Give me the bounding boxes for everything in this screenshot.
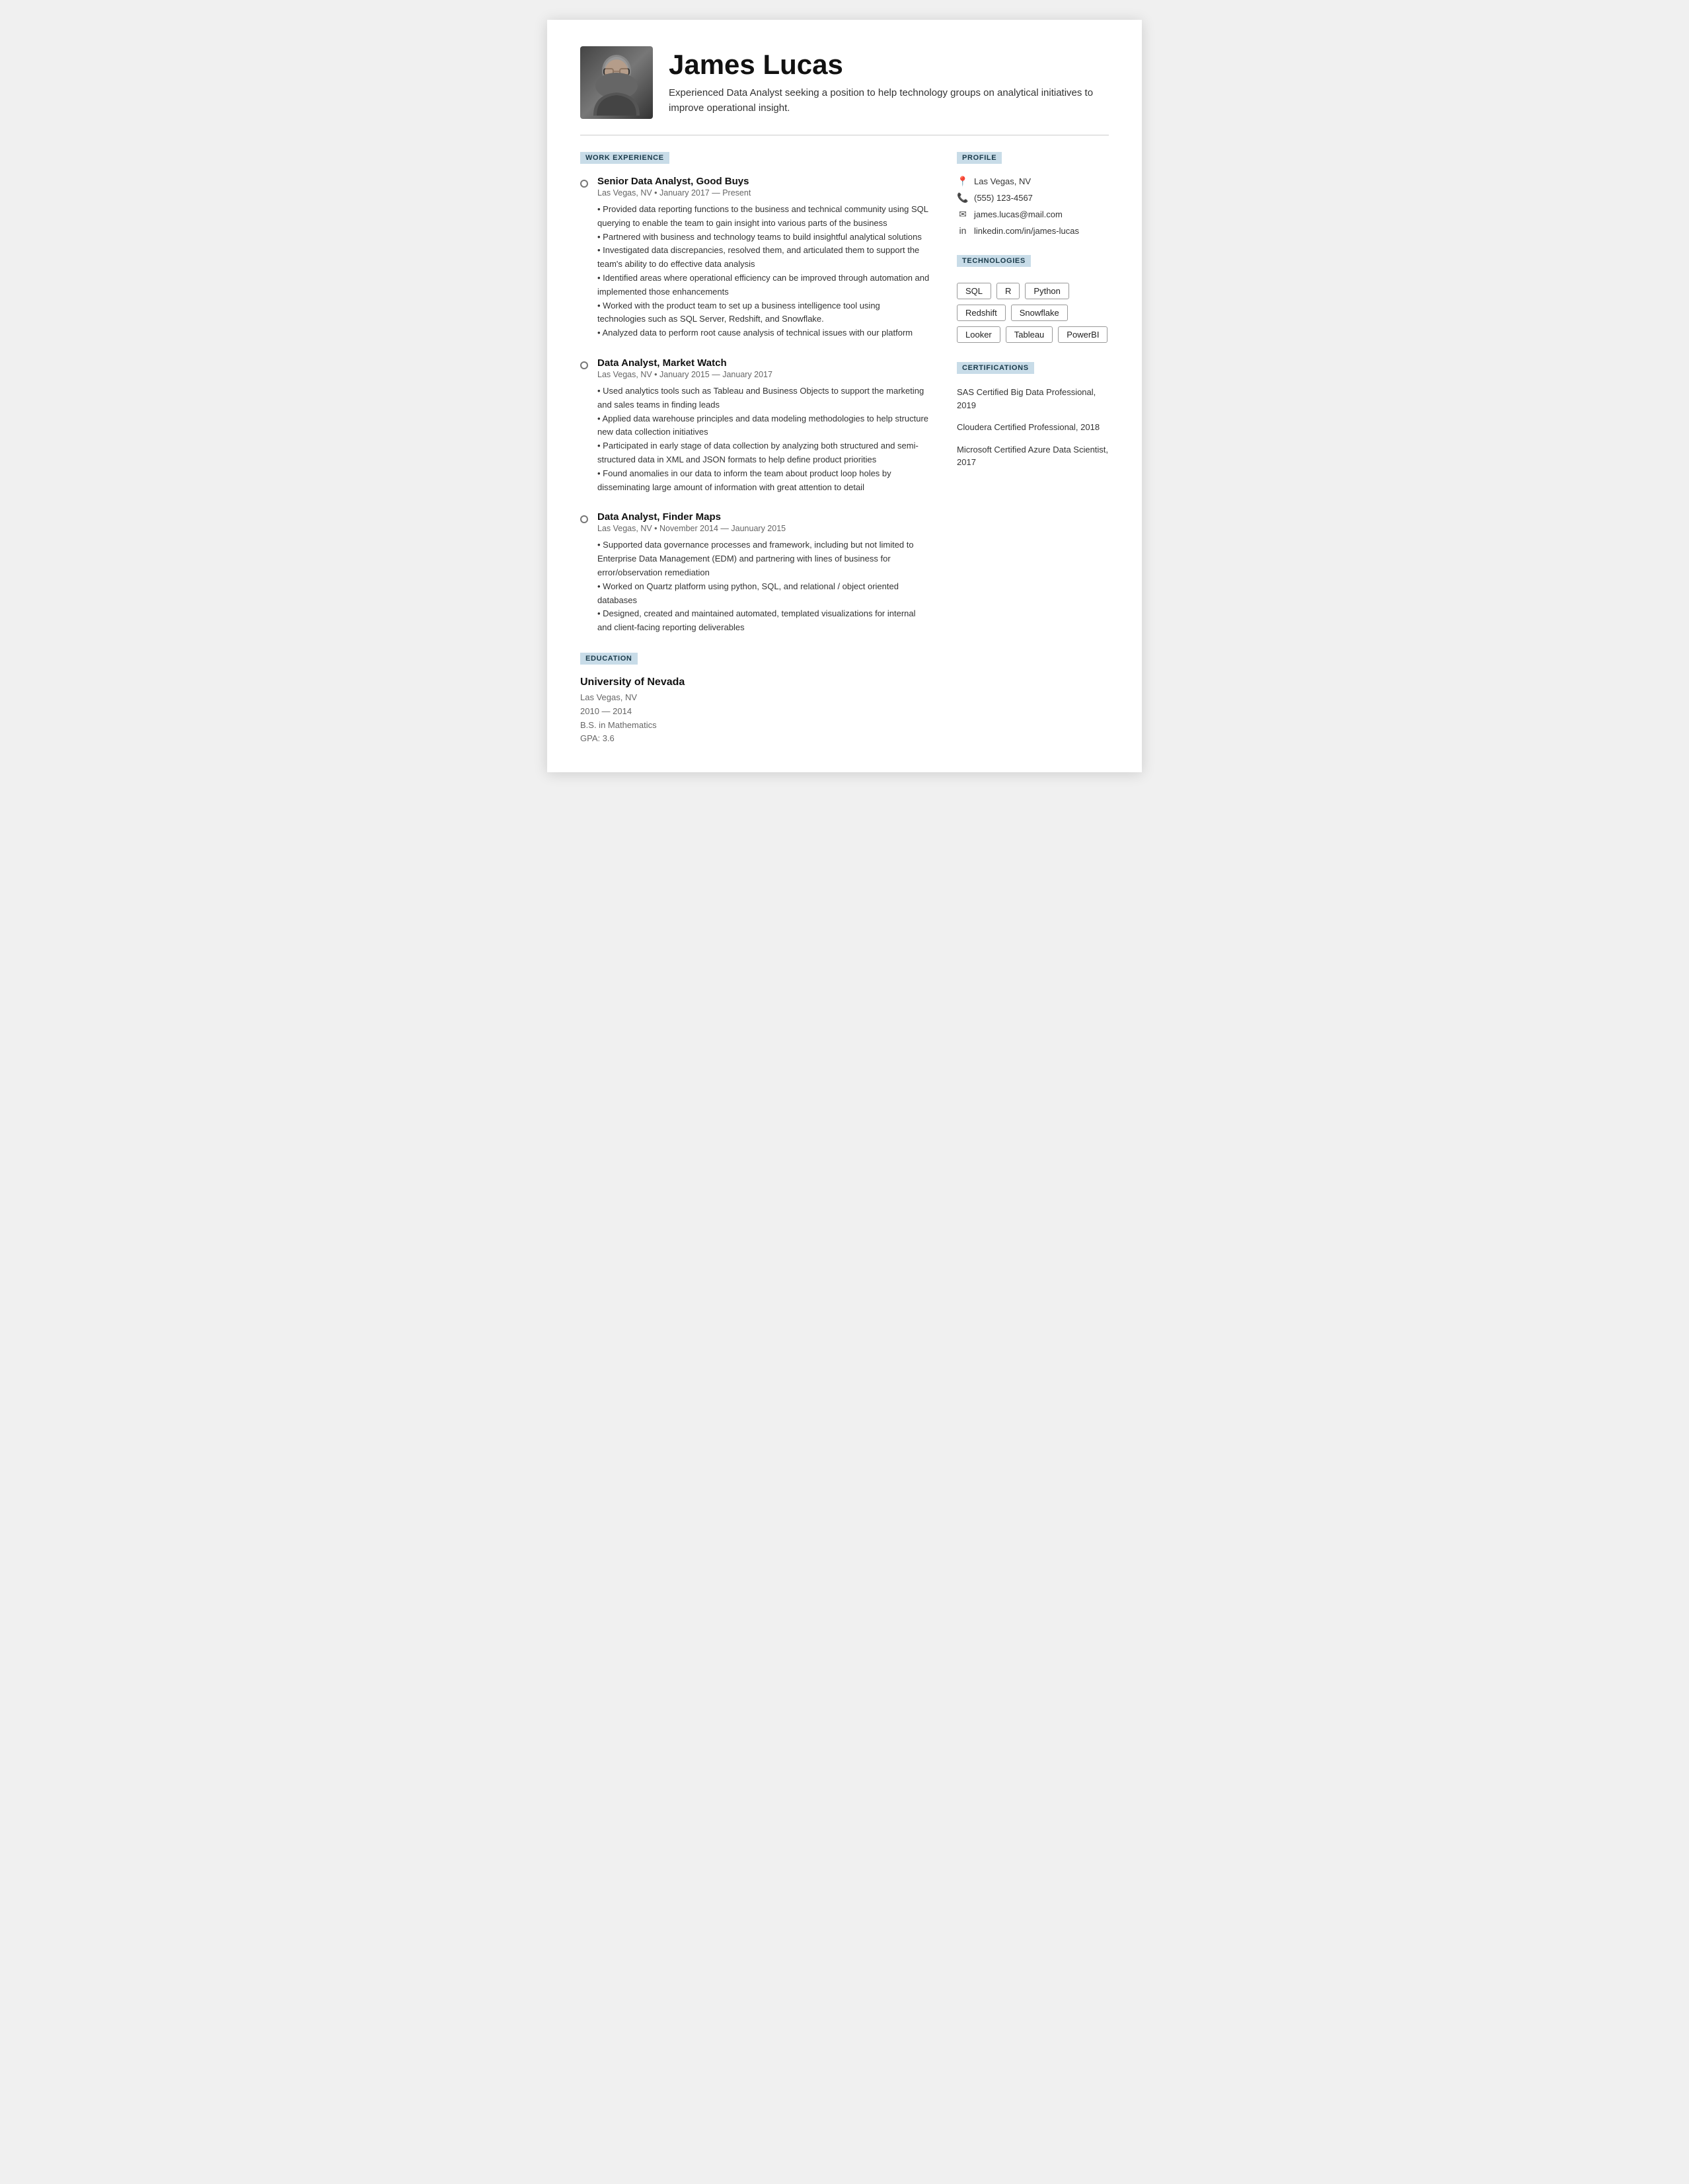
edu-city: Las Vegas, NV — [580, 692, 637, 702]
phone-icon: 📞 — [957, 192, 969, 203]
job-description: • Supported data governance processes an… — [597, 538, 930, 635]
certifications-section: CERTIFICATIONS SAS Certified Big Data Pr… — [957, 361, 1109, 469]
profile-email: ✉ james.lucas@mail.com — [957, 209, 1109, 220]
email-icon: ✉ — [957, 209, 969, 220]
job-meta: Las Vegas, NV • January 2017 — Present — [597, 188, 930, 198]
cert-item: Cloudera Certified Professional, 2018 — [957, 421, 1109, 434]
bullet-circle — [580, 515, 588, 523]
job-title: Senior Data Analyst, Good Buys — [597, 176, 930, 187]
phone-text: (555) 123-4567 — [974, 193, 1033, 203]
tech-tag-snowflake: Snowflake — [1011, 305, 1068, 321]
job-content: Data Analyst, Finder Maps Las Vegas, NV … — [597, 511, 930, 635]
side-column: PROFILE 📍 Las Vegas, NV 📞 (555) 123-4567… — [957, 151, 1109, 746]
tech-tag-python: Python — [1025, 283, 1069, 299]
edu-gpa: GPA: 3.6 — [580, 733, 615, 743]
work-experience-section: WORK EXPERIENCE Senior Data Analyst, Goo… — [580, 151, 930, 635]
job-content: Senior Data Analyst, Good Buys Las Vegas… — [597, 176, 930, 340]
bullet-circle — [580, 361, 588, 369]
profile-label: PROFILE — [957, 152, 1002, 164]
profile-location: 📍 Las Vegas, NV — [957, 176, 1109, 187]
main-column: WORK EXPERIENCE Senior Data Analyst, Goo… — [580, 151, 930, 746]
email-text: james.lucas@mail.com — [974, 209, 1063, 219]
job-meta: Las Vegas, NV • November 2014 — Jaunuary… — [597, 524, 930, 533]
job-item: Data Analyst, Finder Maps Las Vegas, NV … — [580, 511, 930, 635]
job-bullet — [580, 359, 588, 494]
job-bullet — [580, 513, 588, 635]
candidate-name: James Lucas — [669, 50, 1109, 80]
candidate-subtitle: Experienced Data Analyst seeking a posit… — [669, 85, 1109, 116]
bullet-circle — [580, 180, 588, 188]
job-content: Data Analyst, Market Watch Las Vegas, NV… — [597, 357, 930, 494]
resume-header: James Lucas Experienced Data Analyst see… — [580, 46, 1109, 119]
job-title: Data Analyst, Market Watch — [597, 357, 930, 369]
linkedin-icon: in — [957, 225, 969, 236]
edu-degree: B.S. in Mathematics — [580, 720, 657, 730]
linkedin-text: linkedin.com/in/james-lucas — [974, 226, 1079, 236]
work-experience-label: WORK EXPERIENCE — [580, 152, 669, 164]
edu-meta: Las Vegas, NV 2010 — 2014 B.S. in Mathem… — [580, 691, 930, 746]
tech-tag-powerbi: PowerBI — [1058, 326, 1107, 343]
tech-tag-tableau: Tableau — [1006, 326, 1053, 343]
job-item: Data Analyst, Market Watch Las Vegas, NV… — [580, 357, 930, 494]
job-description: • Used analytics tools such as Tableau a… — [597, 384, 930, 494]
job-title: Data Analyst, Finder Maps — [597, 511, 930, 523]
job-item: Senior Data Analyst, Good Buys Las Vegas… — [580, 176, 930, 340]
location-text: Las Vegas, NV — [974, 176, 1031, 186]
body-layout: WORK EXPERIENCE Senior Data Analyst, Goo… — [580, 151, 1109, 746]
education-label: EDUCATION — [580, 653, 638, 665]
profile-phone: 📞 (555) 123-4567 — [957, 192, 1109, 203]
tech-tag-redshift: Redshift — [957, 305, 1006, 321]
education-section: EDUCATION University of Nevada Las Vegas… — [580, 652, 930, 746]
tech-tags-container: SQL R Python Redshift Snowflake Looker T… — [957, 283, 1109, 343]
cert-item: SAS Certified Big Data Professional, 201… — [957, 386, 1109, 412]
cert-item: Microsoft Certified Azure Data Scientist… — [957, 443, 1109, 469]
resume-container: James Lucas Experienced Data Analyst see… — [547, 20, 1142, 772]
tech-tag-sql: SQL — [957, 283, 991, 299]
certifications-label: CERTIFICATIONS — [957, 362, 1034, 374]
technologies-label: TECHNOLOGIES — [957, 255, 1031, 267]
tech-tag-looker: Looker — [957, 326, 1000, 343]
edu-years: 2010 — 2014 — [580, 706, 632, 716]
job-bullet — [580, 178, 588, 340]
header-text: James Lucas Experienced Data Analyst see… — [669, 50, 1109, 116]
profile-section: PROFILE 📍 Las Vegas, NV 📞 (555) 123-4567… — [957, 151, 1109, 236]
technologies-section: TECHNOLOGIES SQL R Python Redshift Snowf… — [957, 254, 1109, 343]
job-meta: Las Vegas, NV • January 2015 — January 2… — [597, 370, 930, 379]
profile-linkedin: in linkedin.com/in/james-lucas — [957, 225, 1109, 236]
school-name: University of Nevada — [580, 676, 930, 688]
location-icon: 📍 — [957, 176, 969, 187]
tech-tag-r: R — [996, 283, 1020, 299]
avatar — [580, 46, 653, 119]
job-description: • Provided data reporting functions to t… — [597, 203, 930, 340]
